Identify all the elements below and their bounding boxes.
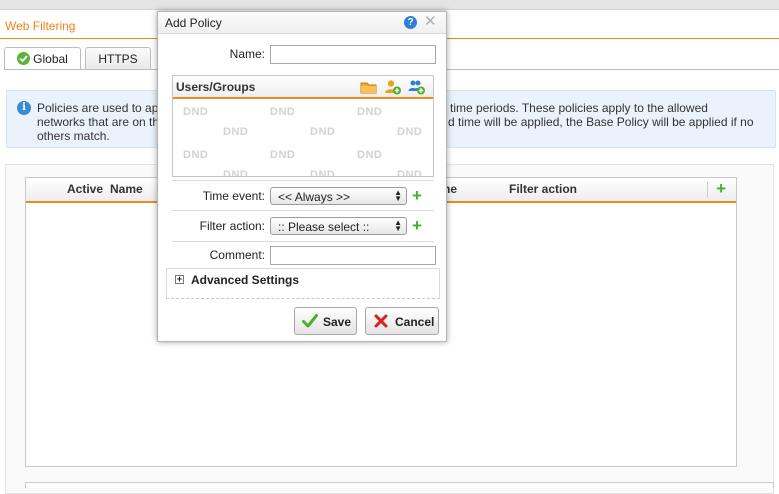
page-title: Web Filtering [5,19,76,33]
info-text-line2-left: networks that are on th [37,115,160,129]
add-time-event-icon[interactable]: + [412,187,422,204]
time-event-label: Time event: [202,189,265,203]
dnd-placeholder: DND [397,169,423,176]
dialog-title: Add Policy [165,16,222,30]
tab-https[interactable]: HTTPS [85,47,151,69]
dialog-titlebar[interactable]: Add Policy ? ✕ [158,12,446,34]
dnd-placeholder: DND [357,106,383,118]
tab-global-label: Global [33,52,68,66]
info-text-line1-right: or time periods. These policies apply to… [436,101,708,115]
users-groups-dropzone[interactable]: DND DND DND DND DND DND DND DND DND DND … [173,101,433,176]
plus-icon[interactable]: + [716,179,726,199]
dnd-placeholder: DND [270,106,296,118]
dnd-placeholder: DND [223,126,249,138]
expand-toggle-icon[interactable]: + [175,275,184,284]
divider [172,241,434,242]
folder-icon[interactable] [360,79,378,95]
info-text-line2-right: d time will be applied, the Base Policy … [448,115,754,129]
top-bar [0,0,779,10]
add-group-icon[interactable] [408,79,426,95]
checkmark-icon [302,313,318,332]
bottom-panel-edge [25,482,774,488]
dnd-placeholder: DND [270,149,296,161]
add-policy-dialog: Add Policy ? ✕ Name: Users/Groups DND DN… [157,11,447,342]
cancel-button-label: Cancel [395,315,435,329]
select-arrows-icon: ▲ ▼ [394,218,402,233]
dnd-placeholder: DND [357,149,383,161]
name-label: Name: [229,47,265,61]
advanced-settings-section: + Advanced Settings [166,268,440,299]
select-arrows-icon: ▲ ▼ [394,188,402,203]
info-text-line1-left: Policies are used to ap [37,101,159,115]
cancel-button[interactable]: Cancel [365,307,439,335]
close-icon[interactable]: ✕ [424,14,437,30]
dnd-placeholder: DND [310,169,336,176]
filter-action-label: Filter action: [199,219,265,233]
cancel-x-icon [373,313,389,332]
name-input[interactable] [270,45,436,64]
comment-input[interactable] [270,246,436,265]
dnd-placeholder: DND [223,169,249,176]
divider [172,210,434,211]
add-filter-action-icon[interactable]: + [412,217,422,234]
users-groups-box: Users/Groups DND DND DND DND DND DND DND… [172,75,434,177]
filter-action-select[interactable]: :: Please select :: ▲ ▼ [270,217,407,235]
users-groups-header: Users/Groups [173,76,433,99]
tab-https-label: HTTPS [98,52,138,66]
save-button-label: Save [323,315,352,329]
divider [172,180,434,181]
info-text-line3: others match. [37,129,110,143]
dnd-placeholder: DND [397,126,423,138]
dnd-placeholder: DND [183,149,209,161]
tab-global[interactable]: Global [4,47,81,70]
dnd-placeholder: DND [310,126,336,138]
filter-action-value: :: Please select :: [278,220,370,234]
col-active[interactable]: Active [67,182,103,196]
check-circle-icon [17,52,31,65]
users-groups-title: Users/Groups [176,80,256,94]
col-name[interactable]: Name [110,182,143,196]
add-user-icon[interactable] [384,79,402,95]
grid-header-separator [707,182,708,198]
time-event-value: << Always >> [278,190,351,204]
advanced-settings-label[interactable]: Advanced Settings [191,273,299,287]
dnd-placeholder: DND [183,106,209,118]
col-filter-action[interactable]: Filter action [509,182,577,196]
save-button[interactable]: Save [294,307,357,335]
time-event-select[interactable]: << Always >> ▲ ▼ [270,187,407,205]
comment-label: Comment: [209,248,265,262]
help-icon[interactable]: ? [404,16,417,29]
info-icon: i [17,101,31,115]
